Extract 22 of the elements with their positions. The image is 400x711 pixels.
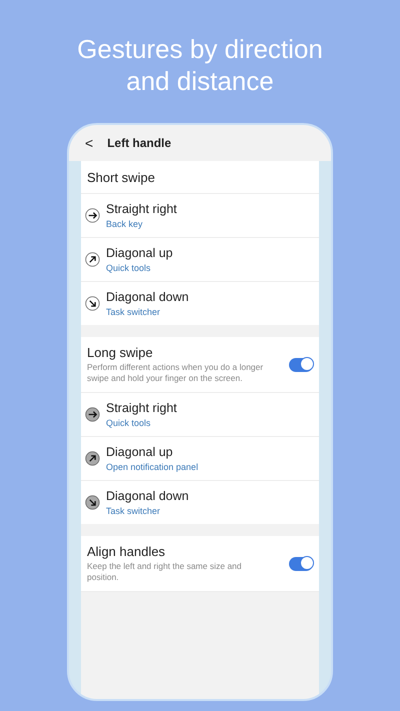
toggle-switch[interactable] xyxy=(289,556,313,570)
section-title: Short swipe xyxy=(87,170,156,184)
gesture-action: Back key xyxy=(106,219,144,229)
gesture-action: Quick tools xyxy=(106,263,152,273)
gesture-title[interactable]: Diagonal down xyxy=(106,489,189,503)
section-description: Keep the left and right the same size and position. xyxy=(87,561,243,583)
gesture-action: Task switcher xyxy=(106,307,162,317)
gesture-action: Open notification panel xyxy=(106,462,198,472)
section-title: Long swipe xyxy=(87,345,154,360)
headline: Gestures by direction and distance xyxy=(76,33,324,97)
back-button[interactable]: < xyxy=(85,135,94,151)
gesture-title[interactable]: Diagonal up xyxy=(106,246,173,260)
gesture-title[interactable]: Straight right xyxy=(106,401,177,415)
gesture-title[interactable]: Straight right xyxy=(106,202,177,216)
section-title: Align handles xyxy=(87,544,166,559)
gesture-title[interactable]: Diagonal down xyxy=(106,290,189,304)
section-description: Perform different actions when you do a longer swipe and hold your finger on the screen. xyxy=(87,362,264,384)
gesture-action: Task switcher xyxy=(106,506,162,516)
gesture-title[interactable]: Diagonal up xyxy=(106,445,198,459)
gesture-action: Quick tools xyxy=(106,418,152,428)
screen-title: Left handle xyxy=(107,136,172,150)
toggle-switch[interactable] xyxy=(289,358,313,372)
